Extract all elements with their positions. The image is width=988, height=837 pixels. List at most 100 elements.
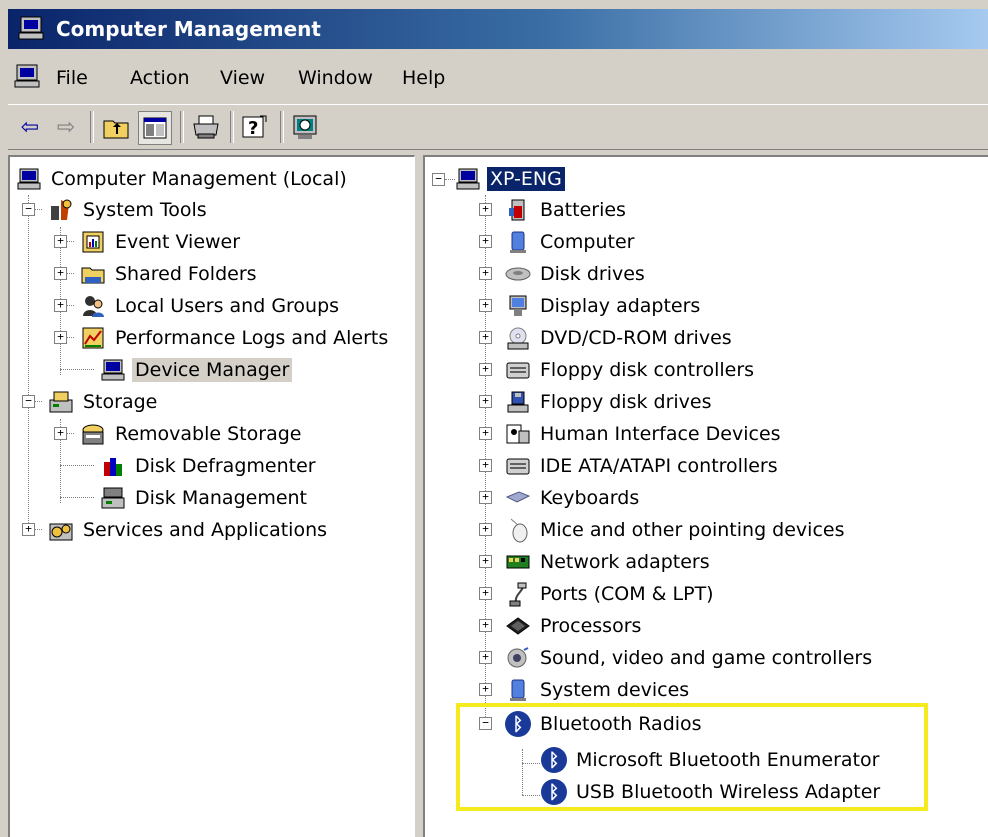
tree-item-disk-defragmenter[interactable]: Disk Defragmenter: [100, 451, 319, 481]
device-category-floppy-disk-drives[interactable]: Floppy disk drives: [505, 387, 715, 417]
expand-toggle[interactable]: +: [479, 651, 492, 664]
device-category-system-devices[interactable]: System devices: [505, 675, 692, 705]
device-category-mice[interactable]: Mice and other pointing devices: [505, 515, 847, 545]
tree-item-computer-management-local[interactable]: Computer Management (Local): [16, 164, 350, 194]
expand-toggle[interactable]: +: [54, 427, 67, 440]
category-label: Network adapters: [540, 551, 710, 573]
expand-toggle[interactable]: +: [479, 523, 492, 536]
computer-icon: [455, 166, 481, 192]
expand-toggle[interactable]: +: [54, 235, 67, 248]
shared-folder-icon: [80, 261, 106, 287]
forward-button[interactable]: ⇨: [50, 111, 82, 143]
device-category-computer[interactable]: Computer: [505, 227, 637, 257]
tree-item-shared-folders[interactable]: Shared Folders: [80, 259, 260, 289]
device-category-human-interface-devices[interactable]: Human Interface Devices: [505, 419, 784, 449]
expand-toggle[interactable]: +: [479, 363, 492, 376]
expand-toggle[interactable]: +: [479, 459, 492, 472]
menu-window[interactable]: Window: [298, 67, 373, 89]
tree-item-disk-management[interactable]: Disk Management: [100, 483, 310, 513]
menu-bar: File Action View Window Help: [8, 55, 988, 100]
system-menu-icon[interactable]: [14, 64, 40, 88]
show-hide-console-tree-button[interactable]: [138, 111, 172, 145]
services-and-applications-icon: [48, 517, 74, 543]
expand-toggle[interactable]: +: [479, 427, 492, 440]
device-category-dvd-cd-rom-drives[interactable]: DVD/CD-ROM drives: [505, 323, 735, 353]
disk-management-icon: [100, 485, 126, 511]
expand-toggle[interactable]: +: [479, 267, 492, 280]
expand-toggle[interactable]: +: [22, 523, 35, 536]
tree-item-local-users-and-groups[interactable]: Local Users and Groups: [80, 291, 342, 321]
tree-item-label: System Tools: [83, 199, 207, 221]
toolbar-separator: [280, 111, 284, 143]
removable-storage-icon: [80, 421, 106, 447]
expand-toggle[interactable]: +: [479, 683, 492, 696]
category-label: Human Interface Devices: [540, 423, 781, 445]
window-title: Computer Management: [56, 17, 321, 41]
expand-toggle[interactable]: +: [479, 619, 492, 632]
controller-icon: [505, 357, 531, 383]
device-category-network-adapters[interactable]: Network adapters: [505, 547, 713, 577]
expand-toggle[interactable]: +: [54, 331, 67, 344]
menu-action[interactable]: Action: [130, 67, 190, 89]
expand-toggle[interactable]: +: [479, 203, 492, 216]
menu-file[interactable]: File: [56, 67, 88, 89]
expand-toggle[interactable]: +: [479, 491, 492, 504]
expand-toggle[interactable]: +: [54, 267, 67, 280]
console-tree-pane[interactable]: Computer Management (Local) − System Too…: [8, 155, 415, 837]
device-category-keyboards[interactable]: Keyboards: [505, 483, 642, 513]
scan-hardware-button[interactable]: [290, 111, 322, 143]
toolbar-separator: [230, 111, 234, 143]
category-label: Display adapters: [540, 295, 701, 317]
title-bar[interactable]: Computer Management: [8, 9, 988, 49]
device-category-display-adapters[interactable]: Display adapters: [505, 291, 703, 321]
controller-icon: [505, 453, 531, 479]
cd-drive-icon: [505, 325, 531, 351]
battery-icon: [505, 197, 531, 223]
tree-item-label: Event Viewer: [115, 231, 241, 253]
tree-item-performance-logs-and-alerts[interactable]: Performance Logs and Alerts: [80, 323, 391, 353]
processor-icon: [505, 613, 531, 639]
up-one-level-button[interactable]: [100, 111, 132, 143]
menu-view[interactable]: View: [220, 67, 265, 89]
help-button[interactable]: ?: [240, 111, 272, 143]
expand-toggle[interactable]: +: [54, 299, 67, 312]
performance-logs-icon: [80, 325, 106, 351]
device-category-floppy-disk-controllers[interactable]: Floppy disk controllers: [505, 355, 757, 385]
expand-toggle[interactable]: +: [479, 331, 492, 344]
category-label: Disk drives: [540, 263, 645, 285]
expand-toggle[interactable]: +: [479, 587, 492, 600]
device-category-ide-ata-atapi-controllers[interactable]: IDE ATA/ATAPI controllers: [505, 451, 781, 481]
computer-icon: [505, 229, 531, 255]
print-button[interactable]: [190, 111, 222, 143]
collapse-toggle[interactable]: −: [22, 203, 35, 216]
display-adapter-icon: [505, 293, 531, 319]
svg-text:?: ?: [248, 118, 258, 139]
storage-icon: [48, 389, 74, 415]
device-category-sound-video-game[interactable]: Sound, video and game controllers: [505, 643, 875, 673]
tree-item-removable-storage[interactable]: Removable Storage: [80, 419, 304, 449]
tree-item-label: Computer Management (Local): [51, 168, 347, 190]
tree-item-label: Disk Defragmenter: [135, 455, 316, 477]
category-label: Processors: [540, 615, 642, 637]
category-label: Floppy disk controllers: [540, 359, 755, 381]
expand-toggle[interactable]: +: [479, 555, 492, 568]
users-icon: [80, 293, 106, 319]
device-category-ports[interactable]: Ports (COM & LPT): [505, 579, 717, 609]
back-button[interactable]: ⇦: [14, 111, 46, 143]
menu-help[interactable]: Help: [402, 67, 445, 89]
device-tree-root[interactable]: XP-ENG: [455, 164, 565, 194]
tree-item-device-manager[interactable]: Device Manager: [100, 355, 293, 385]
tree-item-services-and-applications[interactable]: Services and Applications: [48, 515, 330, 545]
expand-toggle[interactable]: +: [479, 395, 492, 408]
expand-toggle[interactable]: +: [479, 299, 492, 312]
tree-item-storage[interactable]: Storage: [48, 387, 160, 417]
device-category-processors[interactable]: Processors: [505, 611, 644, 641]
tree-item-event-viewer[interactable]: Event Viewer: [80, 227, 243, 257]
floppy-drive-icon: [505, 389, 531, 415]
expand-toggle[interactable]: +: [479, 235, 492, 248]
collapse-toggle[interactable]: −: [432, 173, 445, 186]
device-category-disk-drives[interactable]: Disk drives: [505, 259, 648, 289]
tree-item-system-tools[interactable]: System Tools: [48, 195, 210, 225]
collapse-toggle[interactable]: −: [22, 395, 35, 408]
device-category-batteries[interactable]: Batteries: [505, 195, 629, 225]
